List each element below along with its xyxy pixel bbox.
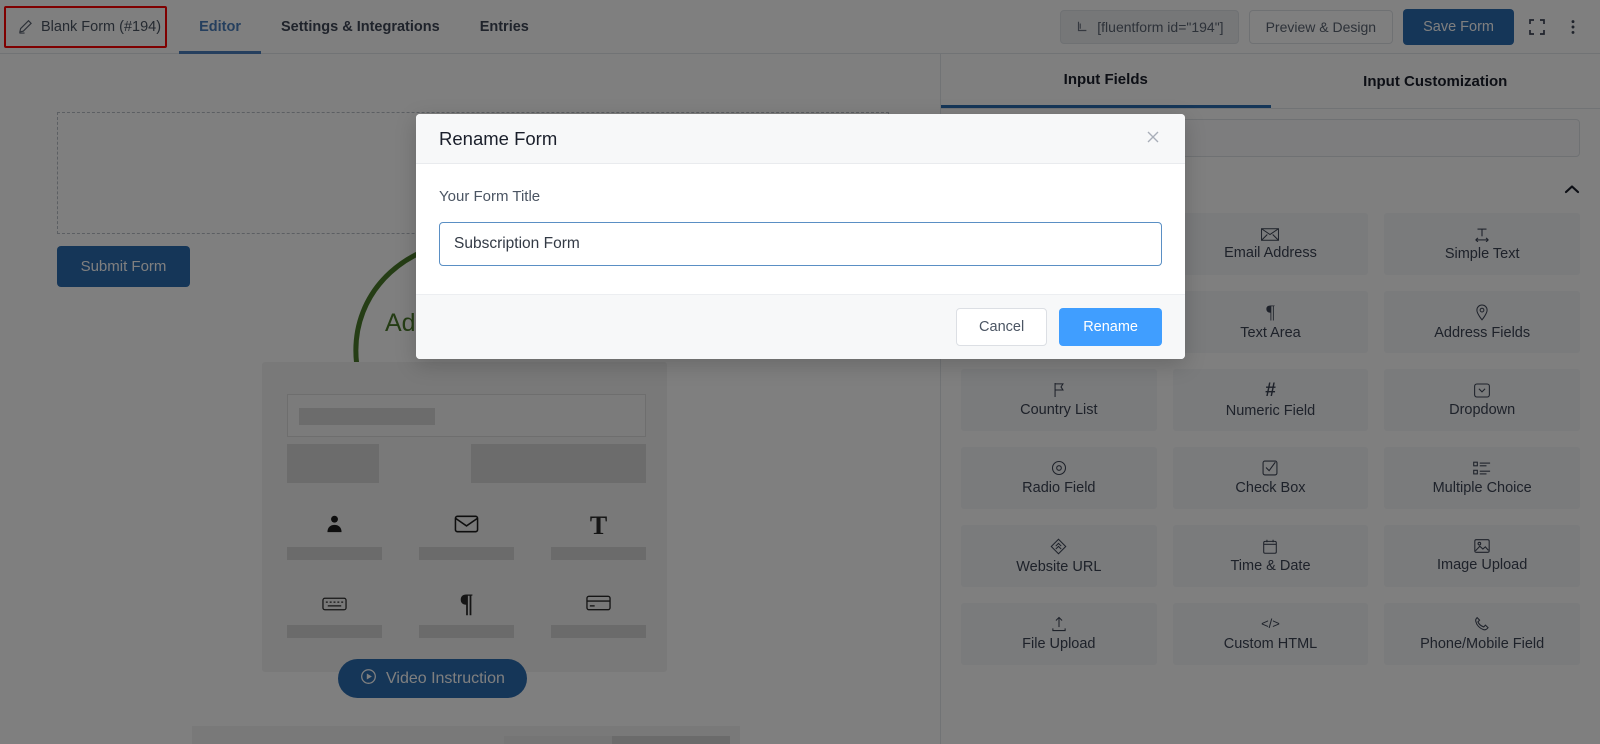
modal-overlay[interactable] (0, 0, 1600, 744)
form-title-field-label: Your Form Title (439, 188, 541, 205)
form-title-input[interactable] (439, 222, 1162, 266)
modal-title: Rename Form (439, 127, 558, 149)
form-builder-app: Blank Form (#194) Editor Settings & Inte… (0, 0, 1600, 744)
modal-footer: Cancel Rename (416, 294, 1185, 359)
modal-body: Your Form Title (416, 164, 1185, 294)
modal-header: Rename Form (416, 114, 1185, 164)
cancel-button[interactable]: Cancel (956, 308, 1048, 346)
rename-form-modal: Rename Form Your Form Title Cancel Renam… (416, 114, 1185, 359)
close-icon[interactable] (1141, 127, 1165, 151)
rename-button[interactable]: Rename (1059, 308, 1162, 346)
